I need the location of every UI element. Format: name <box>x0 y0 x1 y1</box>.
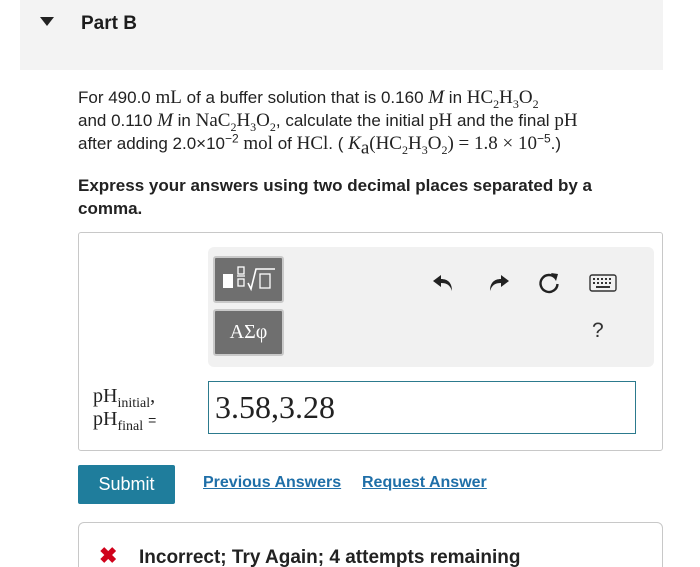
instruction-text: Express your answers using two decimal p… <box>78 176 592 218</box>
help-button[interactable]: ? <box>592 319 604 343</box>
part-header[interactable] <box>20 0 663 70</box>
part-title: Part B <box>81 13 137 34</box>
reset-icon[interactable] <box>534 269 564 297</box>
greek-symbols-button[interactable]: ΑΣφ <box>213 309 284 356</box>
templates-button[interactable] <box>213 256 284 303</box>
math-toolbar: ΑΣφ ? <box>208 247 654 367</box>
chem-sodium-acetate: NaC2H3O2 <box>195 110 276 134</box>
feedback-text: Incorrect; Try Again; 4 attempts remaini… <box>139 547 521 567</box>
answer-panel: ΑΣφ ? pHinitial, pHfinal = 3.58,3.28 <box>78 232 663 451</box>
feedback-panel: ✖ Incorrect; Try Again; 4 attempts remai… <box>78 522 663 567</box>
incorrect-x-icon: ✖ <box>99 543 118 567</box>
keyboard-icon[interactable] <box>588 269 618 297</box>
collapse-caret-icon[interactable] <box>40 17 54 26</box>
redo-icon[interactable] <box>484 269 514 297</box>
chem-acetic-acid: HC2H3O2 <box>466 87 539 111</box>
submit-button[interactable]: Submit <box>78 465 175 504</box>
request-answer-link[interactable]: Request Answer <box>362 474 487 492</box>
templates-icon <box>222 265 275 291</box>
answer-label: pHinitial, pHfinal = <box>93 385 157 434</box>
undo-icon[interactable] <box>428 269 458 297</box>
question-text: For 490.0 mL of a buffer solution that i… <box>78 87 578 159</box>
previous-answers-link[interactable]: Previous Answers <box>203 474 341 492</box>
answer-input[interactable]: 3.58,3.28 <box>208 381 636 434</box>
